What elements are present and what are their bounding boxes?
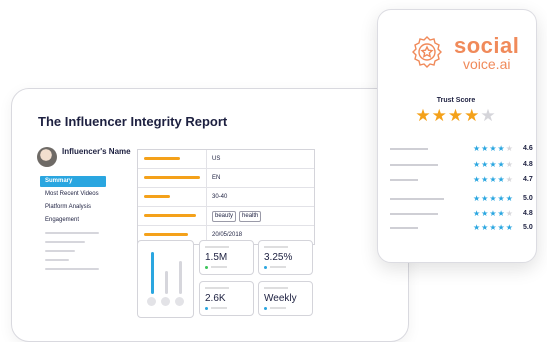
influencer-name: Influencer's Name — [62, 147, 131, 156]
star-icon: ★ — [431, 106, 448, 125]
star-icon: ★ — [447, 106, 465, 125]
stat-indicator — [264, 266, 267, 269]
star-icon: ★ — [480, 106, 497, 125]
nav-placeholder — [45, 241, 85, 243]
nav-item-engagement[interactable]: Engagement — [40, 215, 106, 226]
row-label-placeholder — [138, 150, 207, 168]
star-icon: ★ — [489, 223, 498, 232]
stat-card: 2.6K — [199, 281, 254, 316]
rating-row: ★★★★★ 4.7 — [390, 175, 533, 185]
details-table: US EN 30-40 beauty health 20/05/2018 — [137, 149, 315, 245]
star-icon: ★ — [473, 160, 482, 169]
stat-indicator — [205, 266, 208, 269]
country-value: US — [212, 156, 221, 162]
row-label-placeholder — [138, 207, 207, 225]
nav-item-recent-videos[interactable]: Most Recent Videos — [40, 189, 106, 200]
stat-value: 2.6K — [205, 293, 226, 304]
star-icon: ★ — [473, 175, 482, 184]
nav-placeholder — [45, 250, 75, 252]
award-badge-icon — [412, 36, 442, 68]
star-icon: ★ — [489, 175, 498, 184]
nav-placeholder — [45, 232, 99, 234]
avatar — [37, 147, 57, 167]
chart-bar — [165, 271, 168, 294]
stat-value: Weekly — [264, 293, 297, 304]
rating-score: 5.0 — [523, 224, 533, 231]
star-icon: ★ — [473, 223, 482, 232]
star-icon: ★ — [473, 209, 482, 218]
rating-score: 5.0 — [523, 195, 533, 202]
stat-card: 3.25% — [258, 240, 313, 275]
report-title: The Influencer Integrity Report — [38, 114, 228, 129]
star-rating: ★★★★★ — [473, 160, 514, 170]
star-icon: ★ — [473, 194, 482, 203]
age-value: 30-40 — [212, 194, 228, 200]
star-icon: ★ — [415, 106, 432, 125]
language-value: EN — [212, 175, 221, 181]
star-icon: ★ — [505, 209, 514, 218]
table-row: beauty health — [138, 207, 314, 226]
star-rating: ★★★★★ — [473, 144, 514, 154]
star-rating: ★★★★★ — [473, 194, 514, 204]
star-rating: ★★★★★ — [473, 209, 514, 219]
row-label-placeholder — [138, 188, 207, 206]
star-icon: ★ — [497, 144, 506, 153]
overall-star-rating: ★★★★★ — [377, 106, 535, 126]
stat-value: 3.25% — [264, 252, 293, 263]
star-icon: ★ — [497, 223, 506, 232]
chart-dot — [175, 297, 184, 306]
star-icon: ★ — [489, 160, 498, 169]
star-icon: ★ — [497, 194, 506, 203]
stat-indicator — [205, 307, 208, 310]
tags-value: beauty health — [207, 207, 314, 225]
star-icon: ★ — [473, 144, 482, 153]
rating-row: ★★★★★ 4.6 — [390, 144, 533, 154]
star-icon: ★ — [497, 160, 506, 169]
star-icon: ★ — [505, 175, 514, 184]
star-icon: ★ — [505, 160, 514, 169]
stat-value: 1.5M — [205, 252, 228, 263]
star-icon: ★ — [489, 144, 498, 153]
chart-bar — [151, 252, 154, 294]
star-icon: ★ — [497, 209, 506, 218]
tag-chip[interactable]: beauty — [212, 211, 237, 222]
star-icon: ★ — [464, 106, 481, 125]
table-row: US — [138, 150, 314, 169]
trust-score-title: Trust Score — [436, 97, 476, 104]
rating-score: 4.6 — [523, 145, 533, 152]
nav-placeholder — [45, 268, 99, 270]
star-icon: ★ — [505, 144, 514, 153]
rating-row: ★★★★★ 5.0 — [390, 223, 533, 233]
chart-dot — [147, 297, 156, 306]
star-rating: ★★★★★ — [473, 223, 514, 233]
mini-chart — [137, 240, 194, 318]
rating-row: ★★★★★ 4.8 — [390, 209, 533, 219]
nav-placeholder — [45, 259, 69, 261]
rating-score: 4.8 — [523, 210, 533, 217]
table-row: EN — [138, 169, 314, 188]
stat-card: 1.5M — [199, 240, 254, 275]
tag-chip[interactable]: health — [239, 211, 262, 222]
star-icon: ★ — [489, 194, 498, 203]
star-icon: ★ — [497, 175, 506, 184]
stat-card: Weekly — [258, 281, 313, 316]
chart-bar — [179, 261, 182, 294]
star-icon: ★ — [489, 209, 498, 218]
nav-item-platform-analysis[interactable]: Platform Analysis — [40, 202, 106, 213]
rating-score: 4.7 — [523, 176, 533, 183]
table-row: 30-40 — [138, 188, 314, 207]
star-icon: ★ — [505, 223, 514, 232]
row-label-placeholder — [138, 169, 207, 187]
chart-dot — [161, 297, 170, 306]
stat-indicator — [264, 307, 267, 310]
star-rating: ★★★★★ — [473, 175, 514, 185]
nav-item-summary[interactable]: Summary — [40, 176, 106, 187]
star-icon: ★ — [505, 194, 514, 203]
rating-score: 4.8 — [523, 161, 533, 168]
rating-row: ★★★★★ 4.8 — [390, 160, 533, 170]
brand-logo-voice: voice.ai — [463, 56, 511, 72]
report-nav: Summary Most Recent Videos Platform Anal… — [40, 176, 106, 277]
rating-row: ★★★★★ 5.0 — [390, 194, 533, 204]
